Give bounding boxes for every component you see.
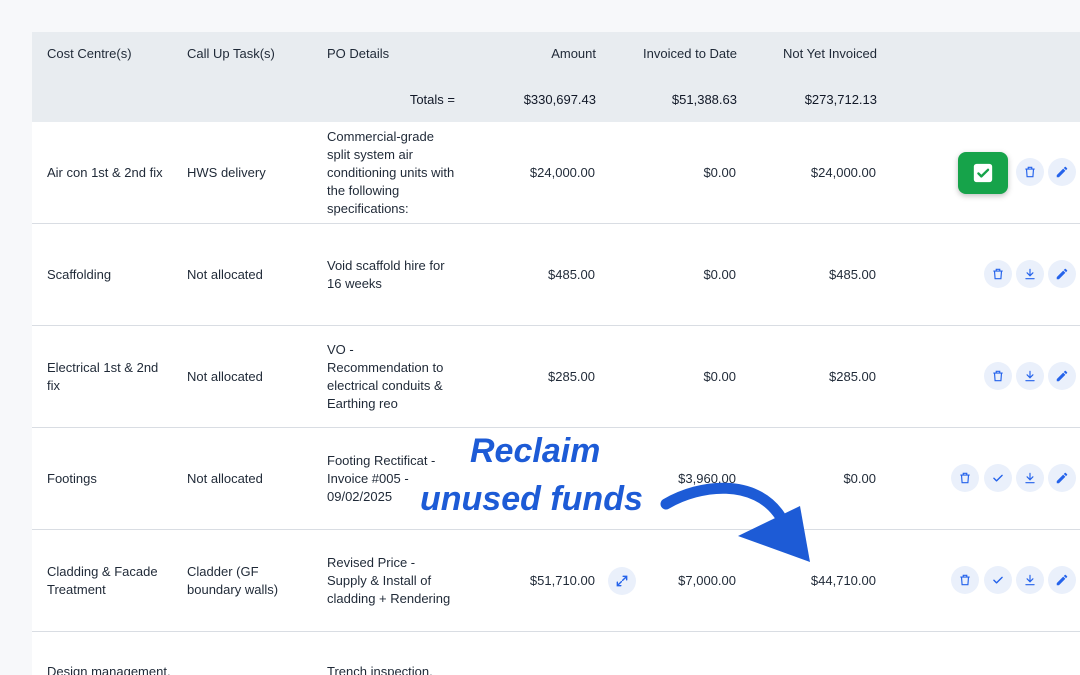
cost-centre-cell: Design management, [47,664,171,675]
po-details-cell: Void scaffold hire for 16 weeks [327,257,445,291]
table-row: Air con 1st & 2nd fix HWS delivery Comme… [32,122,1080,224]
download-icon [1025,472,1035,483]
download-button[interactable] [1016,463,1044,492]
delete-button[interactable] [951,565,979,594]
cost-centre-cell: Scaffolding [47,266,112,282]
invoiced-cell: $0.00 [703,368,736,384]
approve-button[interactable] [958,151,1008,194]
delete-button[interactable] [984,259,1012,288]
approve-button[interactable] [984,565,1012,594]
pencil-icon [1056,370,1068,381]
totals-label: Totals = [409,92,455,107]
call-up-task-cell: Not allocated [187,368,263,384]
header-invoiced-to-date[interactable]: Invoiced to Date [643,46,737,61]
row-actions [920,361,1080,392]
po-details-cell: Trench inspection, [327,664,433,675]
totals-not-invoiced: $273,712.13 [804,92,877,107]
checkbox-checked-icon [973,163,993,182]
edit-button[interactable] [1048,157,1076,186]
edit-button[interactable] [1048,361,1076,390]
header-po-details[interactable]: PO Details [327,46,389,61]
invoiced-cell: $0.00 [703,266,736,282]
invoiced-cell: $7,000.00 [678,572,736,588]
cost-centre-cell: Electrical 1st & 2nd fix [47,359,159,393]
pencil-icon [1056,574,1068,585]
po-details-cell: VO - Recommendation to electrical condui… [327,341,444,411]
purchase-orders-table: Cost Centre(s) Call Up Task(s) PO Detail… [32,32,1080,675]
edit-button[interactable] [1048,565,1076,594]
not-invoiced-cell: $285.00 [829,368,876,384]
header-not-yet-invoiced[interactable]: Not Yet Invoiced [783,46,877,61]
pencil-icon [1056,166,1068,177]
trash-icon [960,574,970,585]
not-invoiced-cell: $44,710.00 [810,572,876,588]
po-details-cell: Revised Price - Supply & Install of clad… [327,554,451,606]
table-row: Cladding & Facade Treatment Cladder (GF … [32,530,1080,632]
pencil-icon [1056,268,1068,279]
callout-line-2: unused funds [416,480,647,519]
approve-button[interactable] [984,463,1012,492]
callout-line-1: Reclaim [466,432,605,471]
totals-amount: $330,697.43 [523,92,596,107]
row-actions [920,259,1080,290]
delete-button[interactable] [951,463,979,492]
download-icon [1025,370,1035,381]
call-up-task-cell: Not allocated [187,470,263,486]
header-call-up-task[interactable]: Call Up Task(s) [187,46,275,61]
cost-centre-cell: Air con 1st & 2nd fix [47,164,163,180]
download-icon [1025,268,1035,279]
expand-amount-button[interactable] [608,566,636,595]
call-up-task-cell: Cladder (GF boundary walls) [187,563,279,597]
not-invoiced-cell: $24,000.00 [810,164,876,180]
po-details-cell: Commercial-grade split system air condit… [327,128,455,216]
row-actions [920,463,1080,494]
totals-invoiced: $51,388.63 [671,92,737,107]
edit-button[interactable] [1048,463,1076,492]
pencil-icon [1056,472,1068,483]
trash-icon [993,268,1003,279]
download-icon [1025,574,1035,585]
trash-icon [1025,166,1035,177]
amount-cell: $24,000.00 [529,164,595,180]
table-header: Cost Centre(s) Call Up Task(s) PO Detail… [32,32,1080,122]
table-row: Scaffolding Not allocated Void scaffold … [32,224,1080,326]
cost-centre-cell: Footings [47,470,97,486]
header-cost-centre[interactable]: Cost Centre(s) [47,46,132,61]
amount-cell: $285.00 [548,368,595,384]
delete-button[interactable] [1016,157,1044,186]
delete-button[interactable] [984,361,1012,390]
callout-arrow-icon [660,482,810,562]
row-actions [920,151,1080,194]
invoiced-cell: $0.00 [703,164,736,180]
cost-centre-cell: Cladding & Facade Treatment [47,563,158,597]
check-icon [993,474,1003,482]
table-row: Design management, Trench inspection, [32,632,1080,675]
check-icon [993,576,1003,584]
trash-icon [993,370,1003,381]
header-amount[interactable]: Amount [551,46,596,61]
edit-button[interactable] [1048,259,1076,288]
not-invoiced-cell: $0.00 [843,470,876,486]
call-up-task-cell: HWS delivery [187,164,266,180]
expand-arrows-icon [616,575,628,586]
amount-cell: $51,710.00 [529,572,595,588]
amount-cell: $485.00 [548,266,595,282]
row-actions [920,565,1080,596]
table-row: Electrical 1st & 2nd fix Not allocated V… [32,326,1080,428]
call-up-task-cell: Not allocated [187,266,263,282]
download-button[interactable] [1016,259,1044,288]
download-button[interactable] [1016,565,1044,594]
not-invoiced-cell: $485.00 [829,266,876,282]
trash-icon [960,472,970,483]
download-button[interactable] [1016,361,1044,390]
